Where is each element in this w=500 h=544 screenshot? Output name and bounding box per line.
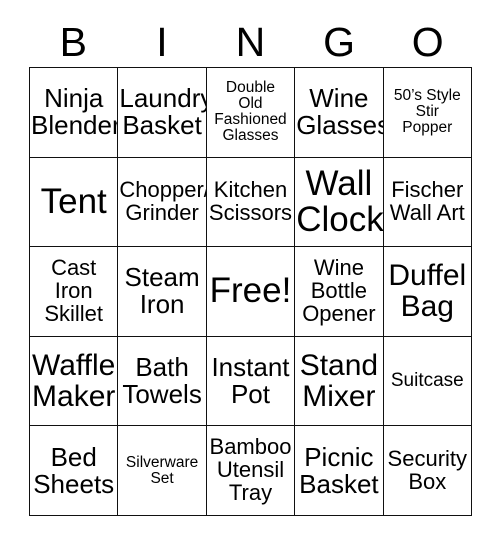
bingo-card: B I N G O Ninja Blender Laundry Basket D… (0, 0, 500, 544)
bingo-cell[interactable]: Duffel Bag (383, 247, 472, 337)
bingo-cell-free[interactable]: Free! (206, 247, 296, 337)
bingo-cell[interactable]: Ninja Blender (30, 68, 119, 158)
bingo-cell[interactable]: Bath Towels (118, 336, 207, 427)
bingo-cell-label: Steam Iron (124, 262, 200, 320)
bingo-cell-label: Kitchen Scissors (208, 177, 293, 225)
bingo-cell-label: Security Box (387, 445, 468, 494)
bingo-cell-label: Double Old Fashioned Glasses (214, 79, 287, 145)
bingo-grid: Ninja Blender Laundry Basket Double Old … (29, 67, 472, 516)
bingo-cell-label: Bath Towels (122, 352, 202, 410)
bingo-cell-label: Wall Clock (296, 163, 384, 239)
bingo-header: B I N G O (29, 18, 472, 67)
bingo-cell[interactable]: Bed Sheets (30, 426, 119, 516)
bingo-cell-label: Wine Glasses (296, 83, 384, 141)
bingo-header-letter-b: B (59, 19, 87, 65)
bingo-cell[interactable]: Suitcase (383, 336, 472, 427)
bingo-cell-label: Laundry Basket (119, 83, 207, 141)
bingo-cell-label: Suitcase (390, 370, 464, 392)
bingo-cell[interactable]: Wall Clock (295, 157, 384, 248)
bingo-cell-label: Silverware Set (125, 453, 199, 487)
bingo-cell-label: Waffle Maker (32, 348, 116, 414)
bingo-cell[interactable]: Picnic Basket (295, 426, 384, 516)
bingo-cell[interactable]: Bamboo Utensil Tray (206, 426, 296, 516)
bingo-cell-label: Free! (209, 271, 292, 311)
bingo-cell-label: Wine Bottle Opener (302, 255, 376, 326)
bingo-cell[interactable]: Chopper/ Grinder (118, 157, 207, 248)
bingo-cell[interactable]: Waffle Maker (30, 336, 119, 427)
bingo-cell-label: Duffel Bag (388, 259, 467, 324)
bingo-header-letter-n: N (235, 19, 266, 65)
bingo-cell[interactable]: Security Box (383, 426, 472, 516)
bingo-cell[interactable]: Tent (30, 157, 119, 248)
bingo-header-letter-i: I (156, 19, 168, 65)
bingo-cell-label: Cast Iron Skillet (44, 255, 104, 326)
bingo-header-letter-g: G (323, 19, 356, 65)
bingo-cell[interactable]: Fischer Wall Art (383, 157, 472, 248)
bingo-cell[interactable]: Wine Bottle Opener (295, 247, 384, 337)
bingo-cell-label: Chopper/ Grinder (119, 177, 207, 225)
bingo-cell[interactable]: 50’s Style Stir Popper (383, 68, 472, 158)
bingo-cell-label: Ninja Blender (31, 83, 119, 141)
bingo-cell[interactable]: Kitchen Scissors (206, 157, 296, 248)
bingo-cell-label: Fischer Wall Art (389, 177, 465, 225)
bingo-cell-label: Bed Sheets (33, 441, 115, 499)
bingo-cell[interactable]: Cast Iron Skillet (30, 247, 119, 337)
bingo-cell[interactable]: Wine Glasses (295, 68, 384, 158)
bingo-cell[interactable]: Laundry Basket (118, 68, 207, 158)
bingo-cell[interactable]: Double Old Fashioned Glasses (206, 68, 296, 158)
bingo-cell-label: Stand Mixer (299, 348, 379, 414)
bingo-header-letter-o: O (411, 19, 444, 65)
bingo-cell[interactable]: Stand Mixer (295, 336, 384, 427)
bingo-cell[interactable]: Silverware Set (118, 426, 207, 516)
bingo-cell-label: Tent (40, 181, 107, 221)
bingo-cell-label: Instant Pot (211, 352, 290, 410)
bingo-cell-label: Bamboo Utensil Tray (209, 434, 292, 506)
bingo-cell-label: Picnic Basket (299, 441, 379, 499)
bingo-cell[interactable]: Steam Iron (118, 247, 207, 337)
bingo-cell[interactable]: Instant Pot (206, 336, 296, 427)
bingo-cell-label: 50’s Style Stir Popper (393, 87, 461, 137)
